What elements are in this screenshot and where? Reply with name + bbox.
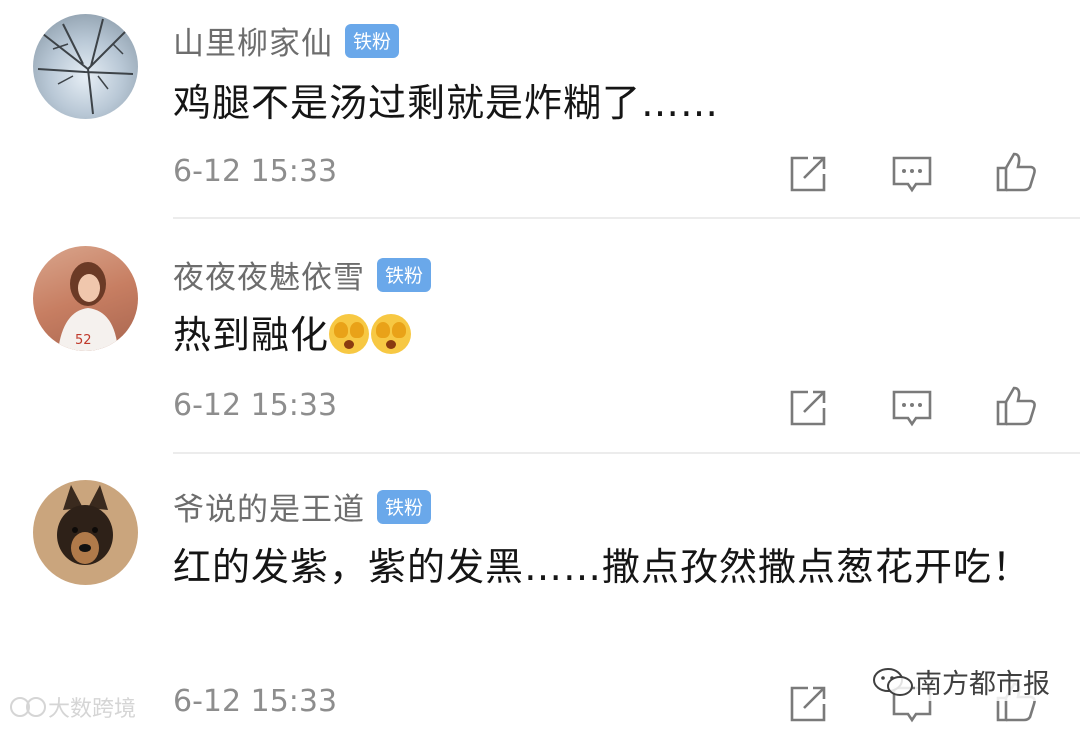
comment-item: 52 夜夜夜魅依雪 铁粉 热到融化 6-12 15:33 — [0, 230, 1080, 460]
comment-item: 山里柳家仙 铁粉 鸡腿不是汤过剩就是炸糊了…… 6-12 15:33 — [0, 0, 1080, 218]
divider — [173, 452, 1080, 454]
share-icon[interactable] — [786, 386, 830, 430]
username[interactable]: 爷说的是王道 — [173, 484, 365, 529]
wechat-icon — [873, 667, 913, 696]
username[interactable]: 夜夜夜魅依雪 — [173, 252, 365, 297]
fan-badge: 铁粉 — [377, 489, 431, 524]
fan-badge: 铁粉 — [345, 23, 399, 58]
girl-portrait-image: 52 — [58, 262, 118, 351]
avatar[interactable] — [33, 480, 138, 585]
facepalm-emoji-icon — [371, 314, 412, 354]
comment-text: 鸡腿不是汤过剩就是炸糊了…… — [173, 81, 720, 125]
share-icon[interactable] — [786, 682, 830, 726]
avatar[interactable] — [33, 14, 138, 119]
tree-branches-image — [37, 18, 134, 115]
comment-text-row: 热到融化 — [173, 304, 1053, 366]
comment-text: 热到融化 — [173, 313, 330, 357]
timestamp: 6-12 15:33 — [173, 684, 338, 719]
timestamp: 6-12 15:33 — [173, 388, 338, 423]
facepalm-emoji-icon — [329, 314, 370, 354]
watermark-left-text: 大数跨境 — [48, 697, 137, 722]
thumbs-up-icon[interactable] — [994, 384, 1038, 428]
svg-text:52: 52 — [75, 333, 92, 348]
comment-icon[interactable] — [890, 386, 934, 430]
watermark-right-text: 南方都市报 — [915, 662, 1050, 701]
dog-portrait-image — [57, 485, 113, 565]
watermark-left: 大数跨境 — [8, 691, 136, 723]
watermark-right: 南方都市报 — [871, 662, 1050, 701]
comment-icon[interactable] — [890, 152, 934, 196]
avatar[interactable]: 52 — [33, 246, 138, 351]
divider — [173, 217, 1080, 219]
thumbs-up-icon[interactable] — [994, 150, 1038, 194]
comment-text: 红的发紫，紫的发黑……撒点孜然撒点葱花开吃！ — [173, 545, 1032, 589]
fan-badge: 铁粉 — [377, 257, 431, 292]
share-icon[interactable] — [786, 152, 830, 196]
watermark-logo-icon — [10, 697, 46, 717]
timestamp: 6-12 15:33 — [173, 154, 338, 189]
username[interactable]: 山里柳家仙 — [173, 18, 333, 63]
